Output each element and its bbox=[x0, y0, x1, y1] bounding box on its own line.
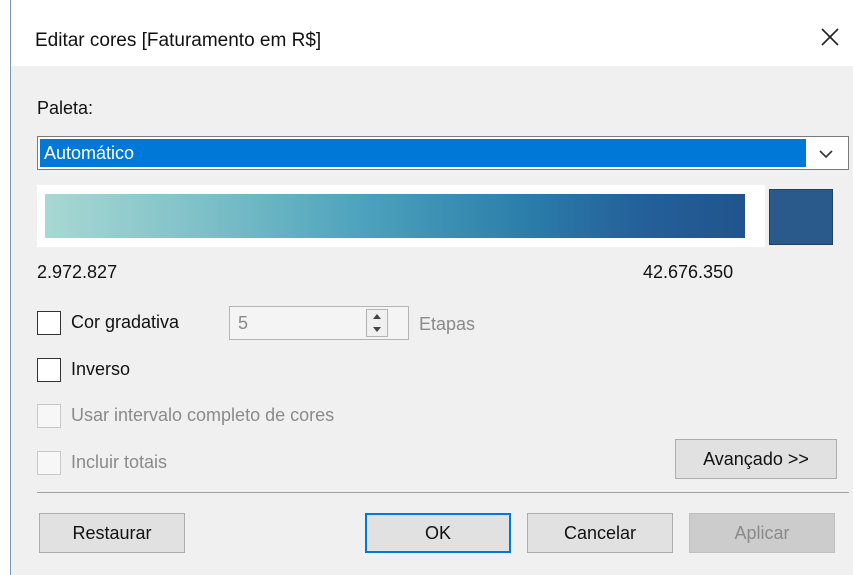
ok-button[interactable]: OK bbox=[365, 513, 511, 553]
stepped-color-checkbox[interactable] bbox=[37, 311, 61, 335]
color-gradient-preview[interactable] bbox=[37, 185, 765, 247]
steps-spinner[interactable]: 5 bbox=[229, 306, 409, 340]
spinner-buttons bbox=[366, 309, 388, 337]
reverse-label: Inverso bbox=[71, 359, 131, 379]
chevron-down-icon bbox=[819, 150, 833, 159]
title-bar: Editar cores [Faturamento em R$] bbox=[11, 0, 853, 66]
end-color-swatch[interactable] bbox=[769, 189, 833, 245]
palette-select[interactable]: Automático bbox=[37, 136, 849, 170]
reverse-checkbox[interactable] bbox=[37, 358, 61, 382]
stepped-color-label: Cor gradativa bbox=[71, 312, 180, 332]
steps-value: 5 bbox=[238, 313, 249, 333]
apply-button[interactable]: Aplicar bbox=[689, 513, 835, 553]
spin-up-icon[interactable] bbox=[367, 310, 387, 323]
edit-colors-dialog: Editar cores [Faturamento em R$] Paleta:… bbox=[10, 0, 853, 575]
close-button[interactable] bbox=[811, 18, 849, 56]
full-range-checkbox[interactable] bbox=[37, 404, 61, 428]
steps-label: Etapas bbox=[419, 314, 476, 334]
advanced-button[interactable]: Avançado >> bbox=[675, 439, 837, 479]
dialog-title: Editar cores [Faturamento em R$] bbox=[35, 30, 322, 51]
cancel-button[interactable]: Cancelar bbox=[527, 513, 673, 553]
full-range-label: Usar intervalo completo de cores bbox=[71, 405, 335, 425]
reset-button[interactable]: Restaurar bbox=[39, 513, 185, 553]
palette-label: Paleta: bbox=[37, 98, 94, 118]
min-value-label: 2.972.827 bbox=[37, 262, 118, 282]
include-totals-label: Incluir totais bbox=[71, 452, 168, 472]
spin-down-icon[interactable] bbox=[367, 323, 387, 336]
separator bbox=[37, 492, 849, 493]
gradient-bar bbox=[45, 194, 745, 238]
include-totals-checkbox[interactable] bbox=[37, 451, 61, 475]
palette-selected-value: Automático bbox=[40, 139, 806, 167]
max-value-label: 42.676.350 bbox=[643, 262, 734, 282]
close-icon bbox=[821, 28, 839, 46]
